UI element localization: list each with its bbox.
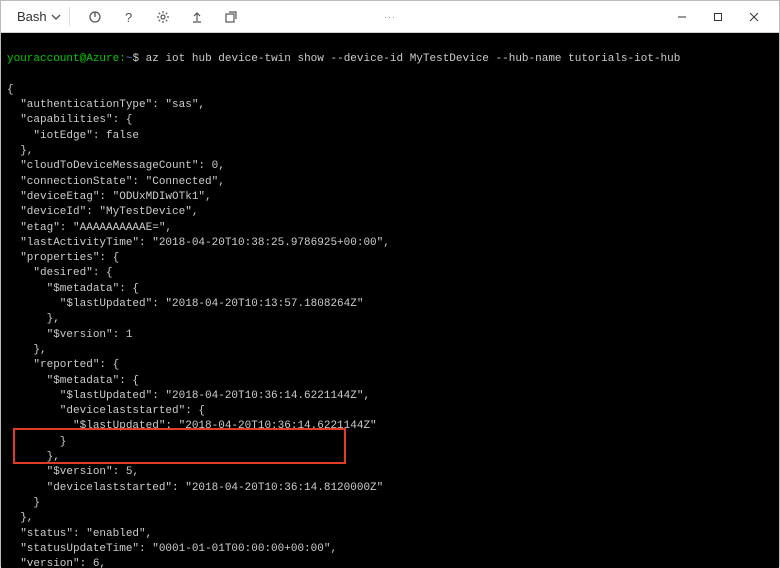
output-line: "cloudToDeviceMessageCount": 0, — [7, 159, 773, 174]
prompt-user-host: youraccount@Azure — [7, 53, 119, 65]
output-line: "deviceId": "MyTestDevice", — [7, 205, 773, 220]
window-controls — [665, 5, 771, 29]
shell-name: Bash — [17, 9, 47, 24]
output-line: "statusUpdateTime": "0001-01-01T00:00:00… — [7, 542, 773, 557]
output-line: }, — [7, 343, 773, 358]
output-line: "reported": { — [7, 358, 773, 373]
output-line: "version": 6, — [7, 557, 773, 568]
prompt-symbol: $ — [132, 53, 139, 65]
output-line: "$lastUpdated": "2018-04-20T10:36:14.622… — [7, 389, 773, 404]
chevron-down-icon — [51, 12, 61, 22]
settings-icon[interactable] — [150, 4, 176, 30]
output-line: "iotEdge": false — [7, 129, 773, 144]
shell-selector[interactable]: Bash — [9, 7, 70, 26]
output-line: "deviceEtag": "ODUxMDIwOTk1", — [7, 190, 773, 205]
output-line: "lastActivityTime": "2018-04-20T10:38:25… — [7, 236, 773, 251]
output-line: "$version": 1 — [7, 328, 773, 343]
output-line: "devicelaststarted": { — [7, 404, 773, 419]
terminal-line: youraccount@Azure:~$ az iot hub device-t… — [7, 52, 773, 67]
output-line: }, — [7, 450, 773, 465]
command-output: { "authenticationType": "sas", "capabili… — [7, 83, 773, 568]
output-line: "authenticationType": "sas", — [7, 98, 773, 113]
output-line: }, — [7, 144, 773, 159]
maximize-button[interactable] — [701, 5, 735, 29]
output-line: "$lastUpdated": "2018-04-20T10:36:14.622… — [7, 419, 773, 434]
command-text: az iot hub device-twin show --device-id … — [146, 53, 681, 65]
svg-text:?: ? — [125, 10, 132, 24]
output-line: }, — [7, 511, 773, 526]
output-line: } — [7, 496, 773, 511]
help-icon[interactable]: ? — [116, 4, 142, 30]
drag-handle-icon[interactable]: ··· — [384, 12, 396, 22]
output-line: { — [7, 83, 773, 98]
title-bar: Bash ? ··· — [1, 1, 779, 33]
title-bar-left: Bash ? — [9, 4, 244, 30]
output-line: "desired": { — [7, 266, 773, 281]
output-line: "etag": "AAAAAAAAAAE=", — [7, 221, 773, 236]
output-line: "$metadata": { — [7, 374, 773, 389]
prompt-separator: : — [119, 53, 126, 65]
output-line: "$metadata": { — [7, 282, 773, 297]
upload-icon[interactable] — [184, 4, 210, 30]
new-window-icon[interactable] — [218, 4, 244, 30]
output-line: "connectionState": "Connected", — [7, 175, 773, 190]
output-line: "properties": { — [7, 251, 773, 266]
close-button[interactable] — [737, 5, 771, 29]
restart-icon[interactable] — [82, 4, 108, 30]
output-line: "$lastUpdated": "2018-04-20T10:13:57.180… — [7, 297, 773, 312]
output-line: "status": "enabled", — [7, 527, 773, 542]
terminal[interactable]: youraccount@Azure:~$ az iot hub device-t… — [1, 33, 779, 568]
output-line: "$version": 5, — [7, 465, 773, 480]
output-line: }, — [7, 312, 773, 327]
minimize-button[interactable] — [665, 5, 699, 29]
output-line: "capabilities": { — [7, 113, 773, 128]
output-line: } — [7, 435, 773, 450]
output-line: "devicelaststarted": "2018-04-20T10:36:1… — [7, 481, 773, 496]
